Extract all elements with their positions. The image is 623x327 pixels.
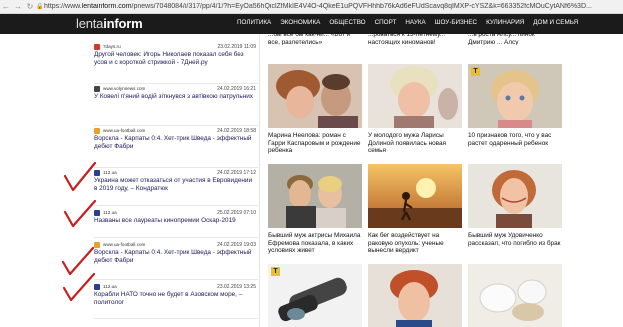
menu-item-society[interactable]: ОБЩЕСТВО (329, 19, 365, 26)
lock-icon: 🔒 (36, 4, 44, 10)
reload-icon[interactable]: ↻ (24, 2, 36, 11)
news-item[interactable]: 112.ua 25.02.2019 07:10 Названы все лауре… (94, 209, 256, 225)
news-source: 112.ua 25.02.2019 07:10 (94, 209, 256, 216)
divider (94, 279, 258, 280)
news-date: 23.02.2019 13:25 (217, 283, 256, 290)
source-name: 7days.ru (103, 44, 121, 49)
news-item[interactable]: www.volynnews.com 24.02.2019 16:21 У Кове… (94, 85, 256, 101)
source-icon (94, 43, 100, 50)
menu-item-politics[interactable]: ПОЛИТИКА (237, 19, 271, 26)
menu-item-sport[interactable]: СПОРТ (375, 19, 397, 26)
news-item[interactable]: 112.ua 23.02.2019 13:25 Корабли НАТО точн… (94, 283, 256, 307)
back-arrow-icon[interactable]: ← (0, 2, 12, 11)
news-item[interactable]: 112.ua 24.02.2019 17:12 Украина может отк… (94, 169, 256, 193)
teaser-caption[interactable]: Бывший муж Удовиченко рассказал, что пог… (468, 232, 562, 247)
news-source: 112.ua 23.02.2019 13:25 (94, 283, 256, 290)
browser-address-bar: ← → ↻ 🔒 https://www.lentainform.com/pnew… (0, 0, 623, 14)
news-title[interactable]: Ворскла - Карпаты 0:4. Хет-трик Шведа - … (94, 249, 256, 265)
menu-item-cooking[interactable]: КУЛИНАРИЯ (486, 19, 524, 26)
news-date: 25.02.2019 07:10 (217, 209, 256, 216)
forward-arrow-icon[interactable]: → (12, 2, 24, 11)
teaser-image[interactable] (368, 64, 462, 128)
news-date: 24.02.2019 17:12 (217, 169, 256, 176)
menu-item-showbiz[interactable]: ШОУ-БИЗНЕС (435, 19, 477, 26)
news-date: 24.02.2019 18:58 (217, 127, 256, 134)
divider (94, 205, 258, 206)
divider (94, 237, 258, 238)
check-mark-icon (63, 161, 97, 192)
news-source: www.ua-football.com 24.02.2019 19:03 (94, 241, 256, 248)
teaser-image[interactable] (268, 164, 362, 228)
menu-item-economy[interactable]: ЭКОНОМИКА (280, 19, 320, 26)
news-item[interactable]: www.ua-football.com 24.02.2019 18:58 Ворс… (94, 127, 256, 151)
news-title[interactable]: Корабли НАТО точно не будет в Азовском м… (94, 291, 256, 307)
news-source: 7days.ru 23.02.2019 11:09 (94, 43, 256, 50)
teaser-image[interactable] (468, 164, 562, 228)
divider (94, 318, 258, 319)
source-icon (94, 85, 100, 92)
check-mark-icon (63, 199, 97, 228)
news-title[interactable]: Другой человек: Игорь Николаев показал с… (94, 51, 256, 67)
teaser-image[interactable] (268, 64, 362, 128)
teaser-caption[interactable]: Марина Неелова: роман с Гарри Каспаровым… (268, 132, 362, 155)
news-sidebar: 7days.ru 23.02.2019 11:09 Другой человек:… (88, 34, 260, 327)
teaser-caption[interactable]: ...бы все бы как-ни... «Вот и все, разле… (268, 31, 362, 45)
news-date: 23.02.2019 11:09 (217, 43, 256, 50)
teaser-image[interactable]: T (468, 64, 562, 128)
news-source: www.ua-football.com 24.02.2019 18:58 (94, 127, 256, 134)
menu-item-home-family[interactable]: ДОМ И СЕМЬЯ (533, 19, 578, 26)
teaser-image[interactable] (468, 264, 562, 327)
site-logo[interactable]: lentainform (76, 16, 143, 31)
news-item[interactable]: 7days.ru 23.02.2019 11:09 Другой человек:… (94, 43, 256, 67)
teaser-caption[interactable]: 10 признаков того, что у вас растет одар… (468, 132, 562, 147)
source-name: 112.ua (103, 170, 117, 175)
promo-badge: T (271, 267, 280, 276)
source-name: www.ua-football.com (103, 128, 146, 133)
main-menu: ПОЛИТИКА ЭКОНОМИКА ОБЩЕСТВО СПОРТ НАУКА … (237, 19, 578, 26)
source-icon (94, 127, 100, 134)
news-date: 24.02.2019 16:21 (217, 85, 256, 92)
news-source: 112.ua 24.02.2019 17:12 (94, 169, 256, 176)
teaser-caption[interactable]: Бывший муж актрисы Михаила Ефремова пока… (268, 232, 362, 255)
source-name: 112.ua (103, 284, 117, 289)
url-field[interactable]: https://www.lentainform.com/pnews/704808… (44, 3, 623, 10)
teaser-caption[interactable]: ...ь роста Алсу... пинок Дмитрию ... Алс… (468, 31, 562, 45)
promo-badge: T (471, 67, 480, 76)
menu-item-science[interactable]: НАУКА (405, 19, 425, 26)
teaser-caption[interactable]: ...роваться к 13-летнему... настоящих ки… (368, 31, 462, 45)
divider (94, 83, 258, 84)
news-source: www.volynnews.com 24.02.2019 16:21 (94, 85, 256, 92)
news-title[interactable]: Украина может отказаться от участия в Ев… (94, 177, 256, 193)
source-name: www.volynnews.com (103, 86, 146, 91)
news-title[interactable]: Ворскла - Карпаты 0:4. Хет-трик Шведа - … (94, 135, 256, 151)
news-item[interactable]: www.ua-football.com 24.02.2019 19:03 Ворс… (94, 241, 256, 265)
teaser-image[interactable]: T (268, 264, 362, 327)
news-title[interactable]: У Ковелі п'яний водій зіткнувся з автівк… (94, 93, 256, 101)
source-name: 112.ua (103, 210, 117, 215)
divider (94, 125, 258, 126)
news-date: 24.02.2019 19:03 (217, 241, 256, 248)
teaser-image[interactable] (368, 164, 462, 228)
check-mark-icon (62, 272, 96, 302)
teaser-image[interactable] (368, 264, 462, 327)
teaser-caption[interactable]: У молодого мужа Ларисы Долиной появилась… (368, 132, 462, 155)
source-name: www.ua-football.com (103, 242, 146, 247)
teaser-caption[interactable]: Как бег воздействует на раковую опухоль:… (368, 232, 462, 255)
news-title[interactable]: Названы все лауреаты кинопремии Оскар-20… (94, 217, 256, 225)
divider (94, 167, 258, 168)
